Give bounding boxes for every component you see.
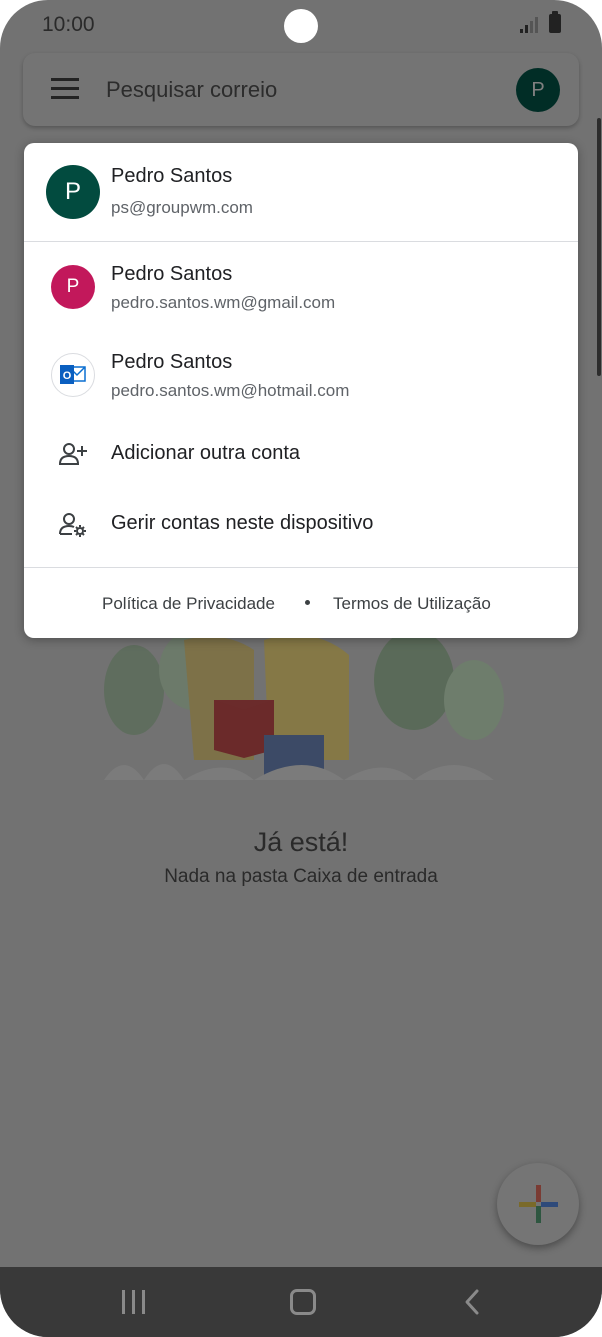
svg-text:O: O xyxy=(63,370,72,382)
account-item[interactable]: P Pedro Santos pedro.santos.wm@gmail.com xyxy=(24,243,578,331)
current-account-avatar: P xyxy=(46,165,100,219)
phone-screen: 10:00 Pesquisar correio P Já está! Nada … xyxy=(0,0,602,1337)
scroll-indicator xyxy=(597,118,601,376)
signal-icon xyxy=(520,17,538,33)
home-button[interactable] xyxy=(290,1289,316,1315)
account-item[interactable]: O Pedro Santos pedro.santos.wm@hotmail.c… xyxy=(24,331,578,419)
add-person-icon xyxy=(58,443,87,465)
account-switcher-dialog: P Pedro Santos ps@groupwm.com P Pedro Sa… xyxy=(24,143,578,638)
dialog-footer: Política de Privacidade Termos de Utiliz… xyxy=(24,583,578,627)
status-time: 10:00 xyxy=(42,13,95,36)
empty-state-subtitle: Nada na pasta Caixa de entrada xyxy=(164,866,438,887)
account-email: pedro.santos.wm@gmail.com xyxy=(111,293,336,312)
separator-dot xyxy=(305,600,310,605)
back-icon[interactable] xyxy=(462,1288,482,1316)
current-account-name: Pedro Santos xyxy=(111,165,233,187)
manage-accounts-button[interactable]: Gerir contas neste dispositivo xyxy=(24,495,578,555)
search-bar[interactable]: Pesquisar correio P xyxy=(23,53,579,126)
plus-icon xyxy=(519,1185,558,1223)
empty-inbox-illustration xyxy=(104,630,504,780)
account-name: Pedro Santos xyxy=(111,263,233,285)
manage-accounts-label: Gerir contas neste dispositivo xyxy=(111,512,374,534)
terms-of-use-link[interactable]: Termos de Utilização xyxy=(333,594,491,614)
divider xyxy=(24,241,578,242)
compose-button[interactable] xyxy=(497,1163,579,1245)
account-email: pedro.santos.wm@hotmail.com xyxy=(111,381,350,400)
divider xyxy=(24,567,578,568)
current-account-email: ps@groupwm.com xyxy=(111,198,253,217)
front-camera xyxy=(284,9,318,43)
account-avatar: P xyxy=(51,265,95,309)
battery-icon xyxy=(549,11,561,33)
recent-apps-button[interactable] xyxy=(122,1290,146,1314)
add-account-label: Adicionar outra conta xyxy=(111,442,301,464)
account-name: Pedro Santos xyxy=(111,351,233,373)
navigation-bar xyxy=(0,1267,602,1337)
privacy-policy-link[interactable]: Política de Privacidade xyxy=(102,594,275,614)
outlook-icon: O xyxy=(51,353,95,397)
search-placeholder[interactable]: Pesquisar correio xyxy=(106,77,277,103)
status-bar: 10:00 xyxy=(0,0,602,52)
add-account-button[interactable]: Adicionar outra conta xyxy=(24,425,578,485)
account-avatar[interactable]: P xyxy=(516,68,560,112)
menu-icon[interactable] xyxy=(51,78,79,100)
manage-accounts-icon xyxy=(59,513,86,537)
empty-state-title: Já está! xyxy=(253,827,349,857)
current-account[interactable]: P Pedro Santos ps@groupwm.com xyxy=(24,143,578,241)
